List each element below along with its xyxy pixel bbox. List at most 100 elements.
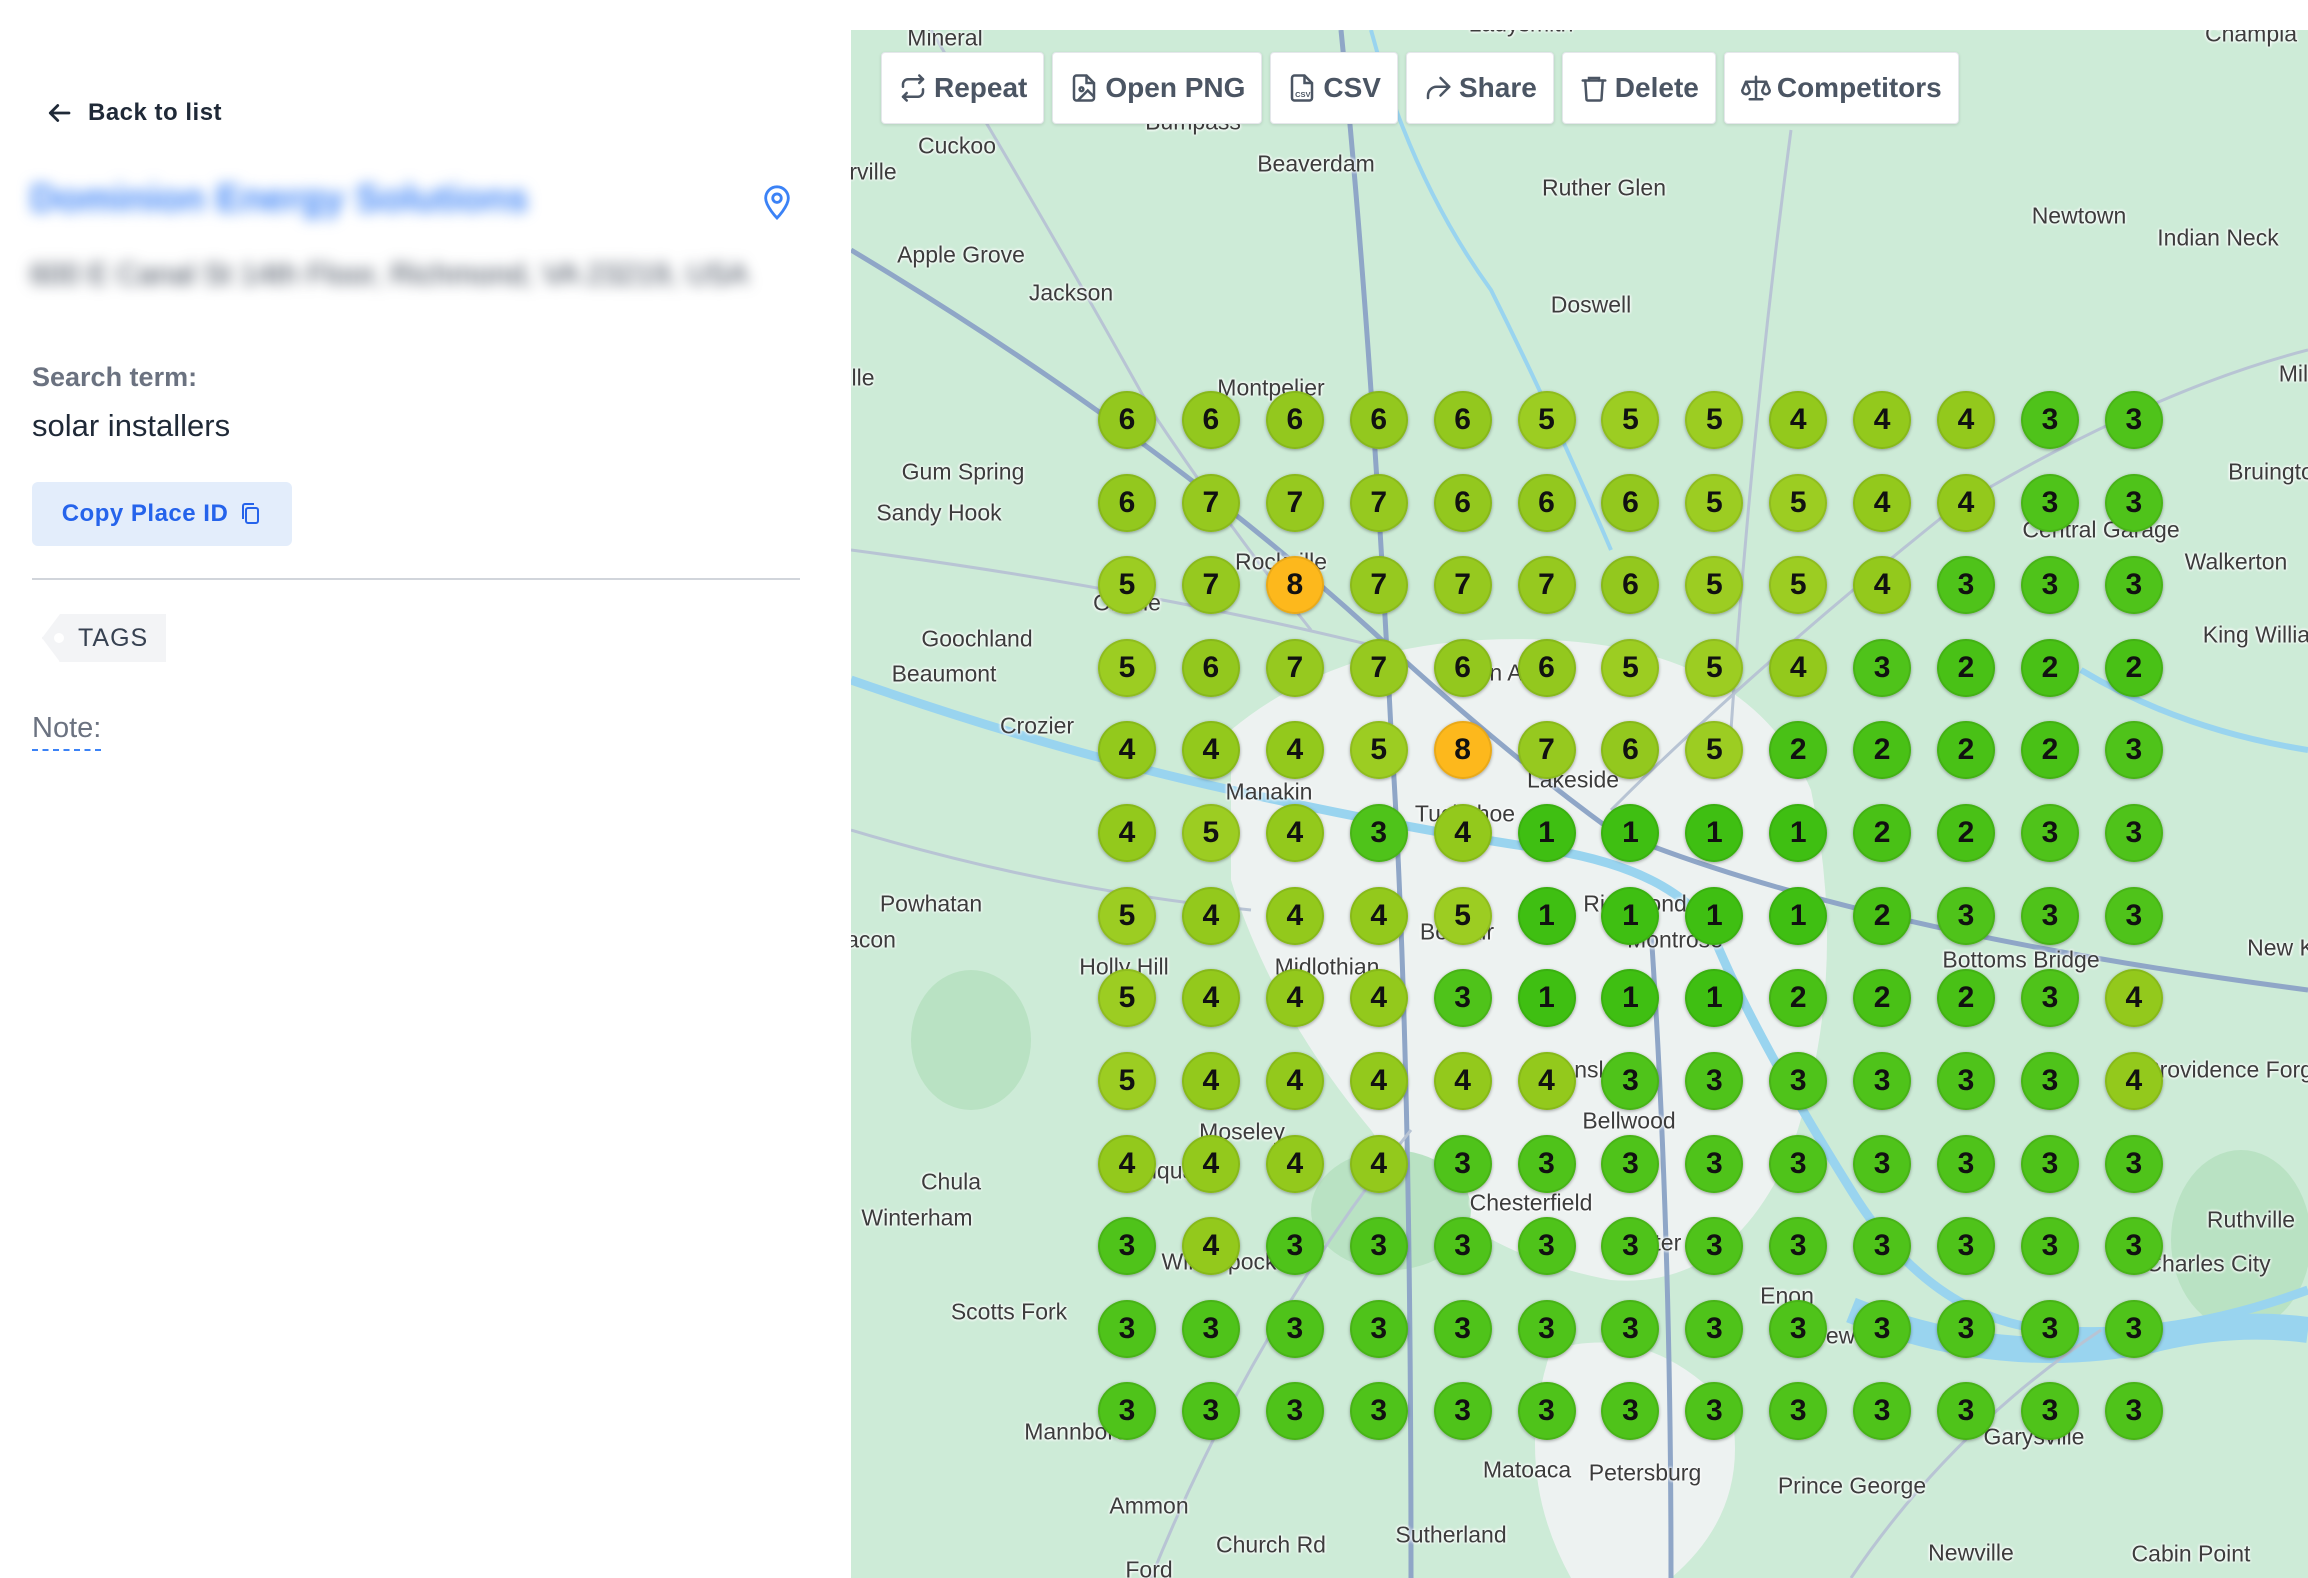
rank-pin[interactable]: 3 — [2020, 886, 2079, 945]
competitors-button[interactable]: Competitors — [1723, 52, 1959, 124]
rank-pin[interactable]: 3 — [1769, 1299, 1828, 1358]
rank-pin[interactable]: 3 — [2104, 1217, 2163, 1276]
map-pin-icon[interactable] — [760, 181, 794, 221]
rank-pin[interactable]: 3 — [2104, 721, 2163, 780]
rank-pin[interactable]: 2 — [2104, 638, 2163, 697]
rank-map[interactable]: MineralLadysmithChamplataBumpassCuckoorv… — [851, 30, 2308, 1578]
rank-pin[interactable]: 3 — [1601, 1051, 1660, 1110]
rank-pin[interactable]: 1 — [1601, 804, 1660, 863]
rank-pin[interactable]: 4 — [1853, 391, 1912, 449]
rank-pin[interactable]: 3 — [2020, 556, 2079, 615]
rank-pin[interactable]: 2 — [1769, 969, 1828, 1028]
business-name[interactable]: Dominion Energy Solutions — [30, 178, 528, 221]
rank-pin[interactable]: 5 — [1098, 969, 1156, 1028]
rank-pin[interactable]: 3 — [2104, 1299, 2163, 1358]
rank-pin[interactable]: 3 — [1853, 1217, 1912, 1276]
rank-pin[interactable]: 4 — [1098, 1134, 1156, 1193]
rank-pin[interactable]: 4 — [1181, 969, 1240, 1028]
rank-pin[interactable]: 4 — [1937, 391, 1996, 449]
rank-pin[interactable]: 1 — [1769, 886, 1828, 945]
rank-pin[interactable]: 3 — [1433, 1134, 1492, 1193]
back-to-list-link[interactable]: Back to list — [44, 98, 222, 128]
rank-pin[interactable]: 3 — [1853, 1134, 1912, 1193]
rank-pin[interactable]: 5 — [1098, 1051, 1156, 1110]
rank-pin[interactable]: 3 — [1349, 1217, 1408, 1276]
rank-pin[interactable]: 4 — [1265, 1134, 1324, 1193]
rank-pin[interactable]: 1 — [1517, 804, 1576, 863]
rank-pin[interactable]: 3 — [2104, 391, 2163, 449]
rank-pin[interactable]: 3 — [1769, 1051, 1828, 1110]
rank-pin[interactable]: 3 — [1685, 1134, 1744, 1193]
rank-pin[interactable]: 3 — [1265, 1382, 1324, 1441]
rank-pin[interactable]: 3 — [1601, 1134, 1660, 1193]
rank-pin[interactable]: 3 — [1685, 1051, 1744, 1110]
rank-pin[interactable]: 6 — [1433, 391, 1492, 449]
rank-pin[interactable]: 6 — [1349, 391, 1408, 449]
rank-pin[interactable]: 3 — [1517, 1217, 1576, 1276]
rank-pin[interactable]: 3 — [1769, 1217, 1828, 1276]
rank-pin[interactable]: 3 — [1853, 1299, 1912, 1358]
rank-pin[interactable]: 2 — [1853, 886, 1912, 945]
rank-pin[interactable]: 1 — [1685, 886, 1744, 945]
rank-pin[interactable]: 6 — [1098, 391, 1156, 449]
rank-pin[interactable]: 4 — [1349, 1051, 1408, 1110]
rank-pin[interactable]: 3 — [1181, 1382, 1240, 1441]
rank-pin[interactable]: 7 — [1265, 473, 1324, 532]
rank-pin[interactable]: 6 — [1433, 638, 1492, 697]
rank-pin[interactable]: 5 — [1685, 721, 1744, 780]
rank-pin[interactable]: 1 — [1517, 969, 1576, 1028]
rank-pin[interactable]: 1 — [1601, 886, 1660, 945]
copy-place-id-button[interactable]: Copy Place ID — [32, 482, 292, 546]
rank-pin[interactable]: 4 — [1265, 1051, 1324, 1110]
rank-pin[interactable]: 4 — [1433, 804, 1492, 863]
rank-pin[interactable]: 5 — [1517, 391, 1576, 449]
rank-pin[interactable]: 6 — [1517, 473, 1576, 532]
rank-pin[interactable]: 7 — [1349, 556, 1408, 615]
rank-pin[interactable]: 2 — [2020, 638, 2079, 697]
rank-pin[interactable]: 3 — [1517, 1134, 1576, 1193]
rank-pin[interactable]: 3 — [1433, 1299, 1492, 1358]
rank-pin[interactable]: 5 — [1433, 886, 1492, 945]
rank-pin[interactable]: 3 — [1685, 1217, 1744, 1276]
rank-pin[interactable]: 3 — [1433, 1217, 1492, 1276]
rank-pin[interactable]: 5 — [1769, 473, 1828, 532]
rank-pin[interactable]: 3 — [1349, 804, 1408, 863]
rank-pin[interactable]: 5 — [1601, 638, 1660, 697]
rank-pin[interactable]: 2 — [1853, 804, 1912, 863]
rank-pin[interactable]: 2 — [1769, 721, 1828, 780]
rank-pin[interactable]: 4 — [1181, 1134, 1240, 1193]
rank-pin[interactable]: 3 — [1937, 1382, 1996, 1441]
rank-pin[interactable]: 3 — [2104, 804, 2163, 863]
rank-pin[interactable]: 5 — [1098, 886, 1156, 945]
rank-pin[interactable]: 6 — [1601, 721, 1660, 780]
rank-pin[interactable]: 1 — [1517, 886, 1576, 945]
rank-pin[interactable]: 3 — [1853, 1051, 1912, 1110]
rank-pin[interactable]: 1 — [1601, 969, 1660, 1028]
rank-pin[interactable]: 5 — [1349, 721, 1408, 780]
rank-pin[interactable]: 8 — [1265, 556, 1324, 615]
rank-pin[interactable]: 4 — [1349, 969, 1408, 1028]
rank-pin[interactable]: 3 — [1349, 1299, 1408, 1358]
rank-pin[interactable]: 3 — [1937, 1217, 1996, 1276]
rank-pin[interactable]: 3 — [1098, 1299, 1156, 1358]
rank-pin[interactable]: 4 — [1517, 1051, 1576, 1110]
rank-pin[interactable]: 2 — [1853, 969, 1912, 1028]
rank-pin[interactable]: 3 — [1769, 1382, 1828, 1441]
rank-pin[interactable]: 4 — [2104, 1051, 2163, 1110]
rank-pin[interactable]: 6 — [1181, 391, 1240, 449]
rank-pin[interactable]: 6 — [1601, 556, 1660, 615]
rank-pin[interactable]: 2 — [1937, 638, 1996, 697]
rank-pin[interactable]: 4 — [1181, 886, 1240, 945]
rank-pin[interactable]: 6 — [1181, 638, 1240, 697]
rank-pin[interactable]: 6 — [1601, 473, 1660, 532]
rank-pin[interactable]: 3 — [1098, 1217, 1156, 1276]
rank-pin[interactable]: 3 — [2020, 1134, 2079, 1193]
rank-pin[interactable]: 3 — [1265, 1299, 1324, 1358]
rank-pin[interactable]: 4 — [1181, 721, 1240, 780]
rank-pin[interactable]: 6 — [1098, 473, 1156, 532]
rank-pin[interactable]: 3 — [1937, 1299, 1996, 1358]
rank-pin[interactable]: 5 — [1685, 473, 1744, 532]
rank-pin[interactable]: 7 — [1265, 638, 1324, 697]
rank-pin[interactable]: 4 — [1349, 1134, 1408, 1193]
rank-pin[interactable]: 2 — [1937, 804, 1996, 863]
